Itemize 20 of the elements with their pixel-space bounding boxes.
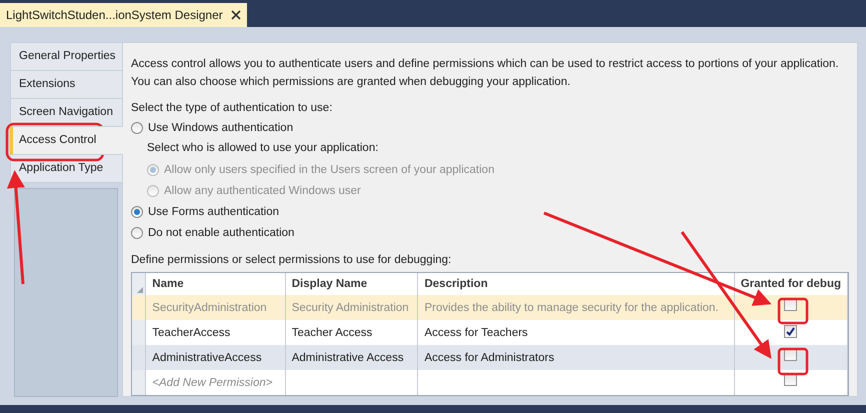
prompt-label: Select who is allowed to use your application: [146,141,380,156]
table-cell: AdministrativeAccess [146,345,286,370]
nav-tab[interactable]: Access Control [10,126,123,155]
nav-tab[interactable]: General Properties [10,42,122,71]
table-cell: Administrative Access [285,345,418,370]
table-cell: Provides the ability to manage security for the application. [418,295,734,320]
radio-label: Use Windows authentication [148,120,294,136]
radio-label: Allow only users specified in the Users screen of your application [164,162,494,178]
table-cell: Access for Administrators [418,345,734,370]
table-cell: SecurityAdministration [146,295,286,320]
description-text: Access control allows you to authenticate users and define permissions which can be used to restrict access to portions of your application. You can also choose which permissions are granted when debugging your application. [131,57,840,90]
radio-label: Do not enable authentication [148,226,294,240]
prompt-label: Define permissions or select permissions to use for debugging: [131,253,452,268]
table-row[interactable]: AdministrativeAccess Administrative Access Access for Administrators [132,345,848,370]
nav-tab[interactable]: Extensions [10,70,122,99]
table-cell: Security Administration [285,295,418,320]
radio-label: Allow any authenticated Windows user [164,184,361,198]
document-tab[interactable]: LightSwitchStuden...ionSystem Designer [0,3,247,27]
radio-label: Use Forms authentication [148,204,280,220]
prompt-label: Select the type of authentication to use: [131,101,334,116]
